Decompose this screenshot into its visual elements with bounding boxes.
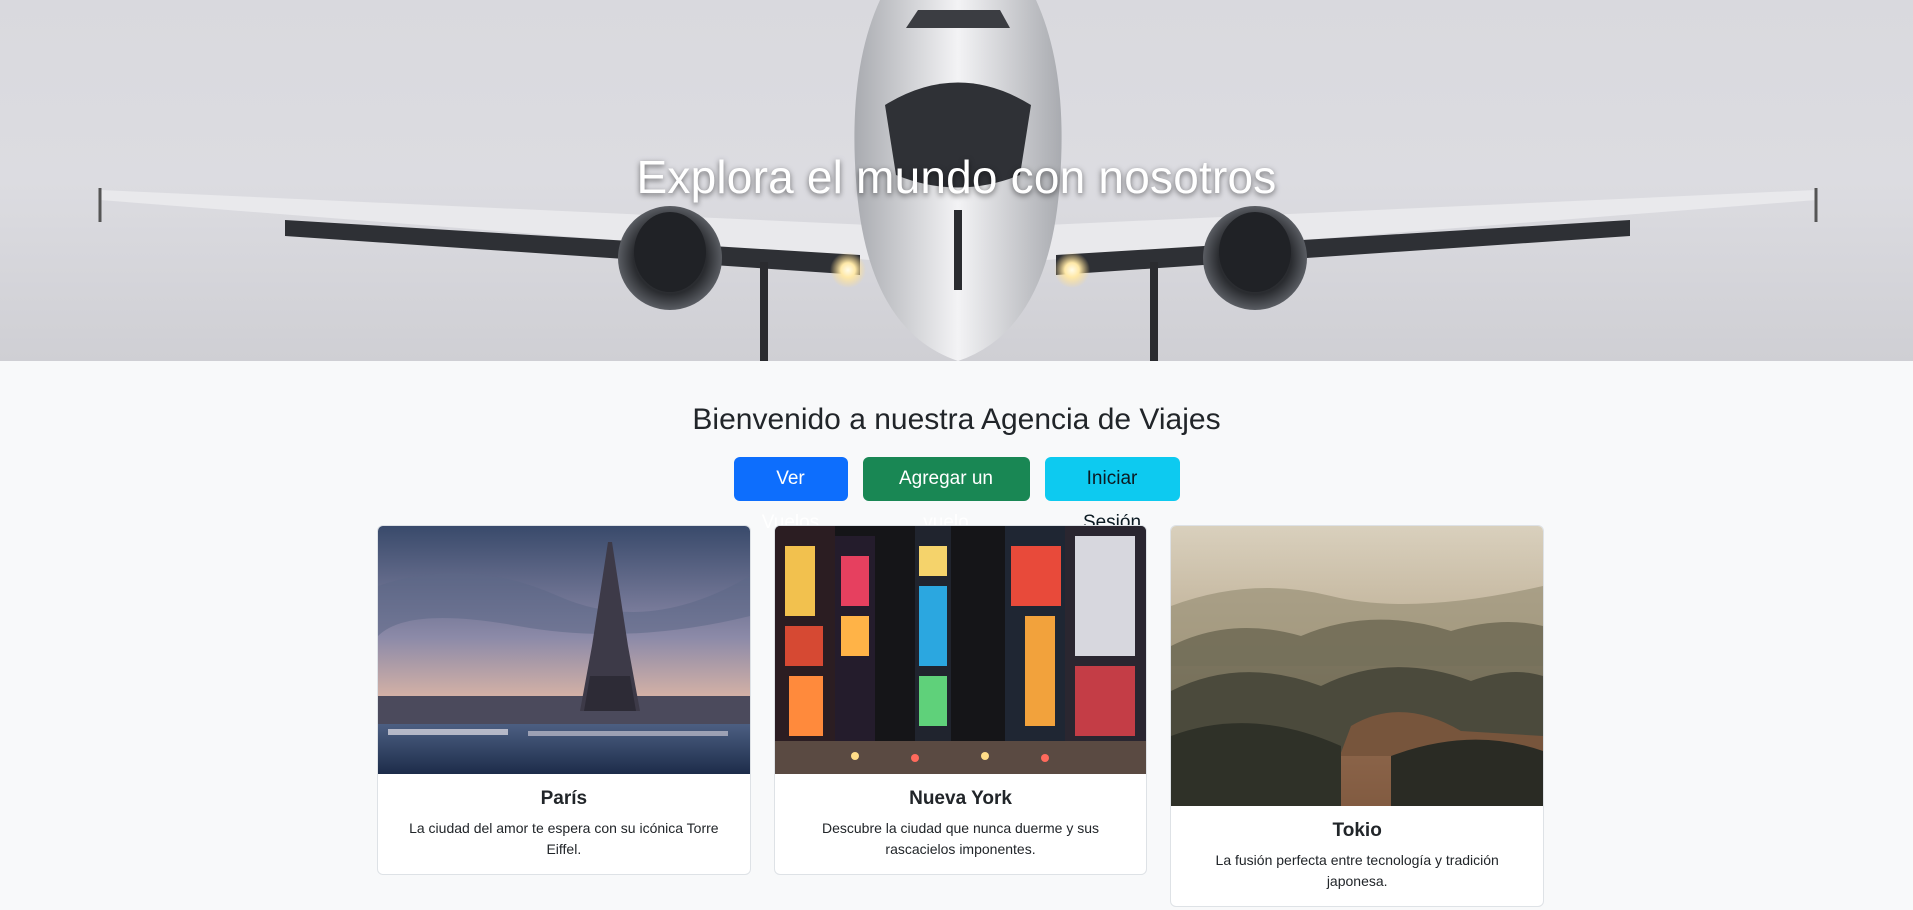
card-body: Tokio La fusión perfecta entre tecnologí… — [1171, 806, 1543, 906]
hero-banner: Explora el mundo con nosotros — [0, 0, 1913, 361]
destination-card-tokyo: Tokio La fusión perfecta entre tecnologí… — [1170, 525, 1545, 907]
card-body: París La ciudad del amor te espera con s… — [378, 774, 750, 874]
destination-card-new-york: Nueva York Descubre la ciudad que nunca … — [773, 525, 1148, 875]
login-button[interactable]: Iniciar Sesión — [1044, 457, 1180, 533]
action-buttons: Ver Vuelos Agregar un vuelo Iniciar Sesi… — [0, 457, 1913, 533]
hero-title: Explora el mundo con nosotros — [636, 151, 1277, 203]
card-text: La ciudad del amor te espera con su icón… — [409, 820, 719, 857]
new-york-times-square-image — [774, 526, 1147, 774]
tokyo-mountains-image — [1171, 526, 1544, 806]
destination-card-paris: París La ciudad del amor te espera con s… — [377, 525, 751, 875]
view-flights-button[interactable]: Ver Vuelos — [733, 457, 848, 533]
destination-cards: París La ciudad del amor te espera con s… — [377, 525, 1545, 907]
add-flight-button[interactable]: Agregar un vuelo — [862, 457, 1030, 533]
card-body: Nueva York Descubre la ciudad que nunca … — [775, 774, 1147, 874]
card-text: La fusión perfecta entre tecnología y tr… — [1215, 852, 1499, 889]
paris-eiffel-image — [378, 526, 750, 774]
card-title: París — [540, 788, 588, 809]
card-title: Nueva York — [909, 788, 1012, 809]
card-title: Tokio — [1332, 820, 1382, 841]
welcome-heading: Bienvenido a nuestra Agencia de Viajes — [692, 403, 1221, 436]
card-text: Descubre la ciudad que nunca duerme y su… — [821, 820, 1100, 857]
